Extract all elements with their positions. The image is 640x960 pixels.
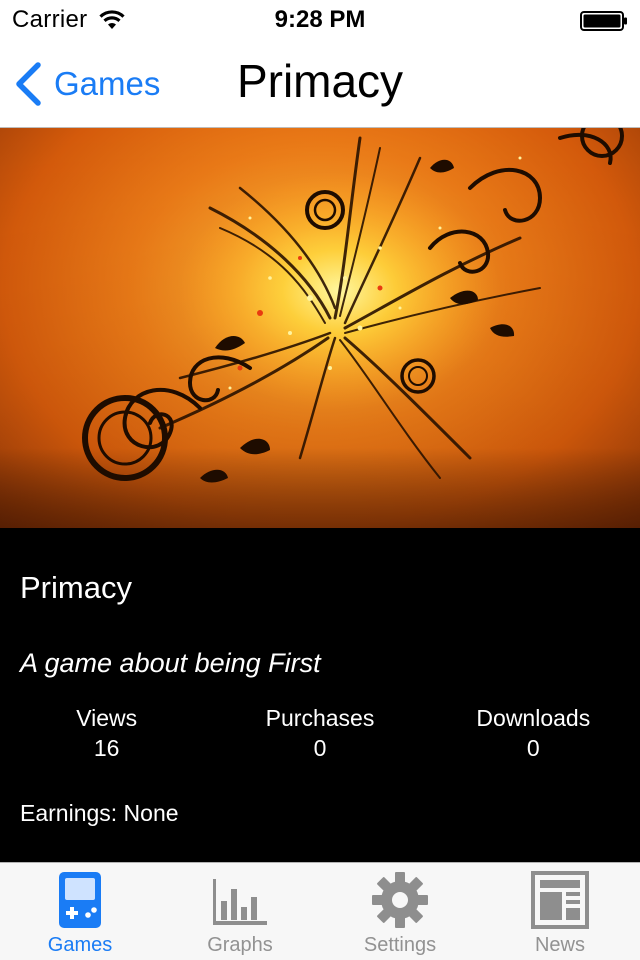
tab-games[interactable]: Games <box>0 863 160 960</box>
page-title: Primacy <box>236 55 404 107</box>
newspaper-icon <box>531 871 589 929</box>
tab-graphs[interactable]: Graphs <box>160 863 320 960</box>
stat-label: Views <box>76 705 138 731</box>
game-details-panel: Primacy A game about being First Views 1… <box>0 528 640 862</box>
stats-row: Views 16 Purchases 0 Downloads 0 <box>0 703 640 763</box>
gameboy-icon <box>59 872 101 928</box>
tab-bar: Games Graphs Settings News <box>0 862 640 960</box>
tab-label: Graphs <box>207 934 273 956</box>
gear-icon <box>372 872 428 928</box>
artwork-illustration <box>0 128 640 528</box>
stat-value: 0 <box>526 735 540 761</box>
earnings-label: Earnings: None <box>20 800 179 826</box>
stat-value: 0 <box>313 735 327 761</box>
stat-purchases: Purchases 0 <box>213 703 426 763</box>
stat-label: Purchases <box>265 705 375 731</box>
bar-chart-icon <box>213 879 267 925</box>
game-tagline: A game about being First <box>20 648 321 678</box>
game-name: Primacy <box>20 570 132 605</box>
tab-label: News <box>534 934 585 956</box>
tab-label: Settings <box>363 934 437 956</box>
game-artwork-image <box>0 128 640 528</box>
status-bar: Carrier 9:28 PM <box>0 0 640 40</box>
tab-news[interactable]: News <box>480 863 640 960</box>
stat-views: Views 16 <box>0 703 213 763</box>
battery-icon <box>580 11 627 31</box>
game-detail-screen: Carrier 9:28 PM Games Primacy Primacy A … <box>0 0 640 960</box>
stat-label: Downloads <box>476 705 591 731</box>
tab-label: Games <box>47 934 113 956</box>
clock: 9:28 PM <box>274 6 366 33</box>
navigation-bar: Games Primacy <box>0 40 640 128</box>
stat-downloads: Downloads 0 <box>427 703 640 763</box>
tab-settings[interactable]: Settings <box>320 863 480 960</box>
header: Carrier 9:28 PM Games Primacy <box>0 0 640 128</box>
stat-value: 16 <box>93 735 120 761</box>
